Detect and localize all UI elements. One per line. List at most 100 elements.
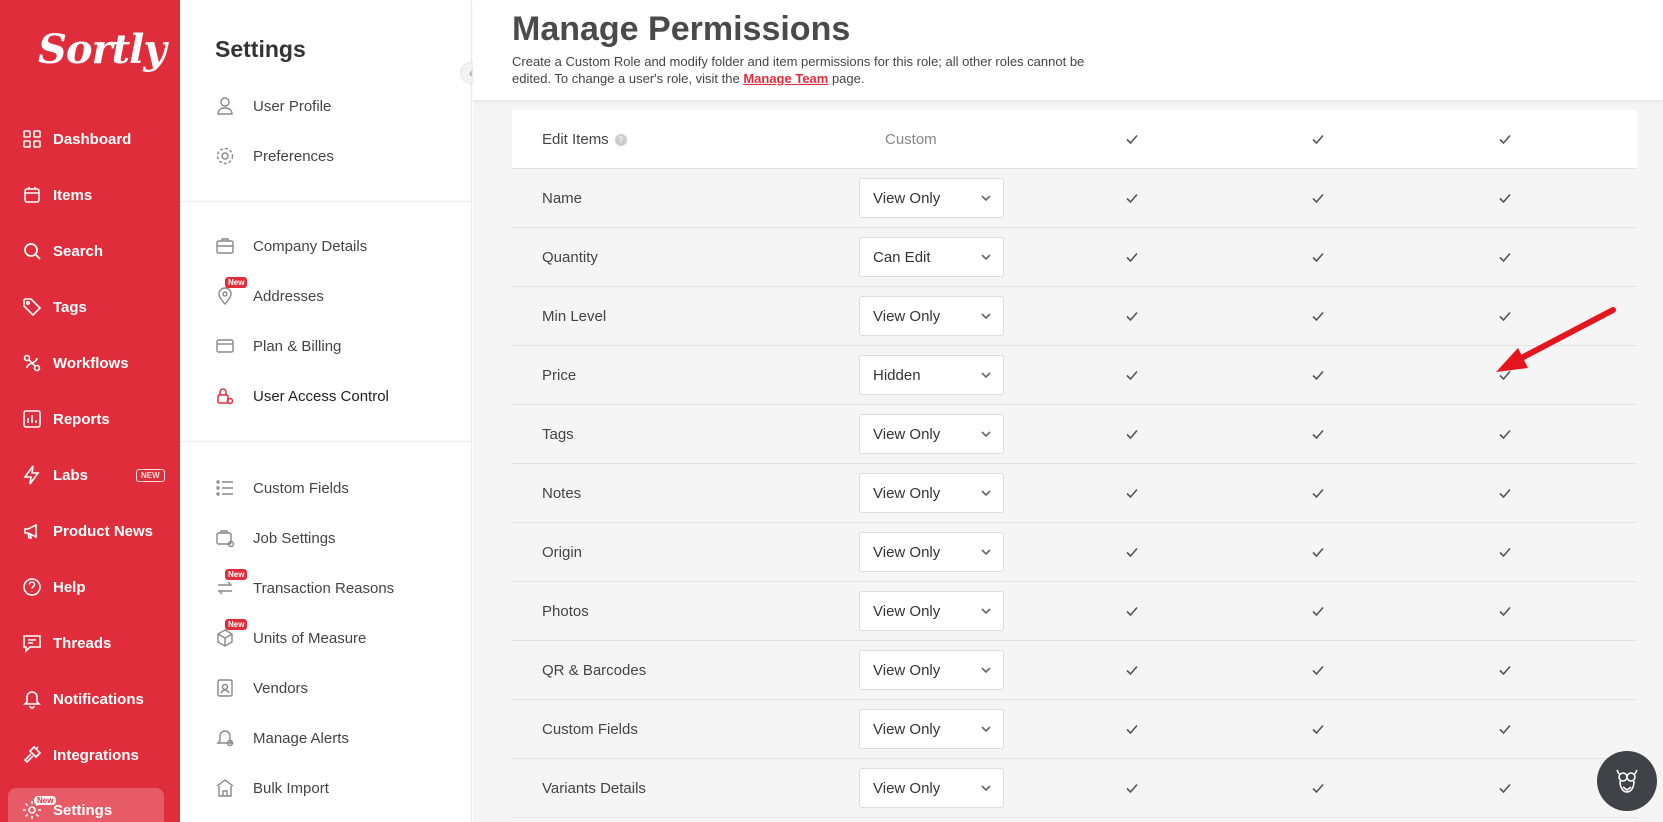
check-icon — [1126, 547, 1138, 558]
permission-select[interactable]: View Only — [859, 768, 1004, 808]
settings-item-manage-alerts[interactable]: Manage Alerts — [215, 722, 349, 754]
settings-item-addresses[interactable]: New Addresses — [215, 277, 324, 312]
settings-item-units-of-measure[interactable]: New Units of Measure — [215, 619, 366, 654]
nav-item-search[interactable]: Search — [0, 229, 180, 273]
check-icon — [1499, 665, 1511, 676]
row-label: Variants Details — [542, 779, 646, 797]
select-value: View Only — [873, 661, 941, 679]
settings-item-label: Job Settings — [253, 529, 336, 547]
settings-item-bulk-import[interactable]: Bulk Import — [215, 772, 329, 804]
divider — [180, 201, 472, 202]
select-value: View Only — [873, 484, 941, 502]
nav-item-labs[interactable]: Labs NEW — [0, 453, 180, 497]
chevron-down-icon — [981, 372, 991, 379]
check-icon — [1126, 488, 1138, 499]
table-row: Origin View Only — [512, 523, 1637, 582]
permission-select[interactable]: Can Edit — [859, 237, 1004, 277]
permission-select[interactable]: Hidden — [859, 355, 1004, 395]
nav-item-tags[interactable]: Tags — [0, 285, 180, 329]
check-icon — [1126, 193, 1138, 204]
select-value: View Only — [873, 189, 941, 207]
items-icon — [24, 187, 40, 203]
nav-item-integrations[interactable]: Integrations — [0, 733, 180, 777]
select-value: View Only — [873, 602, 941, 620]
settings-item-label: Custom Fields — [253, 479, 349, 497]
nav-item-reports[interactable]: Reports — [0, 397, 180, 441]
select-value: View Only — [873, 307, 941, 325]
credit-card-icon — [216, 339, 234, 353]
vendor-icon — [217, 679, 233, 697]
check-icon — [1499, 488, 1511, 499]
bulk-import-icon — [216, 779, 234, 797]
nav-item-workflows[interactable]: Workflows — [0, 341, 180, 385]
settings-item-user-profile[interactable]: User Profile — [215, 90, 331, 122]
settings-item-label: User Profile — [253, 97, 332, 115]
settings-item-label: User Access Control — [253, 387, 389, 405]
sortly-logo[interactable]: Sortly — [38, 26, 167, 73]
select-value: View Only — [873, 779, 941, 797]
permission-select[interactable]: View Only — [859, 709, 1004, 749]
nav-label: Product News — [53, 522, 154, 540]
table-row: Min Level View Only — [512, 287, 1637, 346]
row-label: QR & Barcodes — [542, 661, 647, 679]
nav-label: Tags — [53, 298, 87, 316]
settings-item-label: Vendors — [253, 679, 309, 697]
permission-select[interactable]: View Only — [859, 178, 1004, 218]
table-row: QR & Barcodes View Only — [512, 641, 1637, 700]
permission-select[interactable]: View Only — [859, 532, 1004, 572]
settings-item-transaction-reasons[interactable]: New Transaction Reasons — [215, 569, 394, 604]
nav-label: Dashboard — [53, 130, 132, 148]
manage-team-link[interactable]: Manage Team — [743, 71, 828, 86]
description-text: page. — [828, 71, 865, 86]
nav-label: Items — [53, 186, 93, 204]
chevron-down-icon — [981, 726, 991, 733]
settings-item-plan-billing[interactable]: Plan & Billing — [215, 330, 341, 362]
check-icon — [1499, 547, 1511, 558]
check-icon — [1499, 193, 1511, 204]
nav-label: Reports — [53, 410, 110, 428]
table-row: Notes View Only — [512, 464, 1637, 523]
chevron-down-icon — [981, 431, 991, 438]
main-content: Manage Permissions Create a Custom Role … — [473, 0, 1663, 822]
nav-item-notifications[interactable]: Notifications — [0, 677, 180, 721]
row-label: Min Level — [542, 307, 607, 325]
dashboard-icon — [23, 130, 41, 148]
nav-item-threads[interactable]: Threads — [0, 621, 180, 665]
table-row: Variants Details View Only — [512, 759, 1637, 818]
check-icon — [1499, 724, 1511, 735]
nav-item-product-news[interactable]: Product News — [0, 509, 180, 553]
workflows-icon — [23, 354, 41, 372]
check-icon — [1499, 252, 1511, 263]
nav-item-help[interactable]: Help — [0, 565, 180, 609]
check-icon — [1312, 665, 1324, 676]
help-icon[interactable]: ? — [614, 133, 627, 146]
chat-assistant-button[interactable] — [1597, 751, 1657, 811]
settings-sidebar: Settings User Profile Preferences Compan… — [180, 0, 472, 822]
table-row: Tags View Only — [512, 405, 1637, 464]
settings-item-job-settings[interactable]: Job Settings — [215, 522, 336, 554]
chevron-down-icon — [981, 785, 991, 792]
settings-item-user-access-control[interactable]: User Access Control — [215, 380, 389, 412]
check-icon — [1126, 252, 1138, 263]
user-icon — [217, 97, 233, 115]
settings-item-label: Company Details — [253, 237, 368, 255]
nav-item-dashboard[interactable]: Dashboard — [0, 117, 180, 161]
permission-select[interactable]: View Only — [859, 650, 1004, 690]
settings-item-label: Preferences — [253, 147, 334, 165]
table-row: Custom Fields View Only — [512, 700, 1637, 759]
nav-item-settings[interactable]: New Settings — [8, 788, 164, 822]
permission-select[interactable]: View Only — [859, 473, 1004, 513]
divider — [180, 441, 472, 442]
settings-item-company-details[interactable]: Company Details — [215, 230, 367, 262]
check-icon — [1312, 606, 1324, 617]
settings-item-custom-fields[interactable]: Custom Fields — [215, 472, 349, 504]
nav-item-items[interactable]: Items — [0, 173, 180, 217]
settings-item-vendors[interactable]: Vendors — [215, 672, 308, 704]
nav-label: Search — [53, 242, 104, 260]
settings-item-preferences[interactable]: Preferences — [215, 140, 334, 172]
nav-label: Integrations — [53, 746, 139, 764]
permission-select[interactable]: View Only — [859, 414, 1004, 454]
permission-select[interactable]: View Only — [859, 296, 1004, 336]
chevron-down-icon — [981, 608, 991, 615]
permission-select[interactable]: View Only — [859, 591, 1004, 631]
